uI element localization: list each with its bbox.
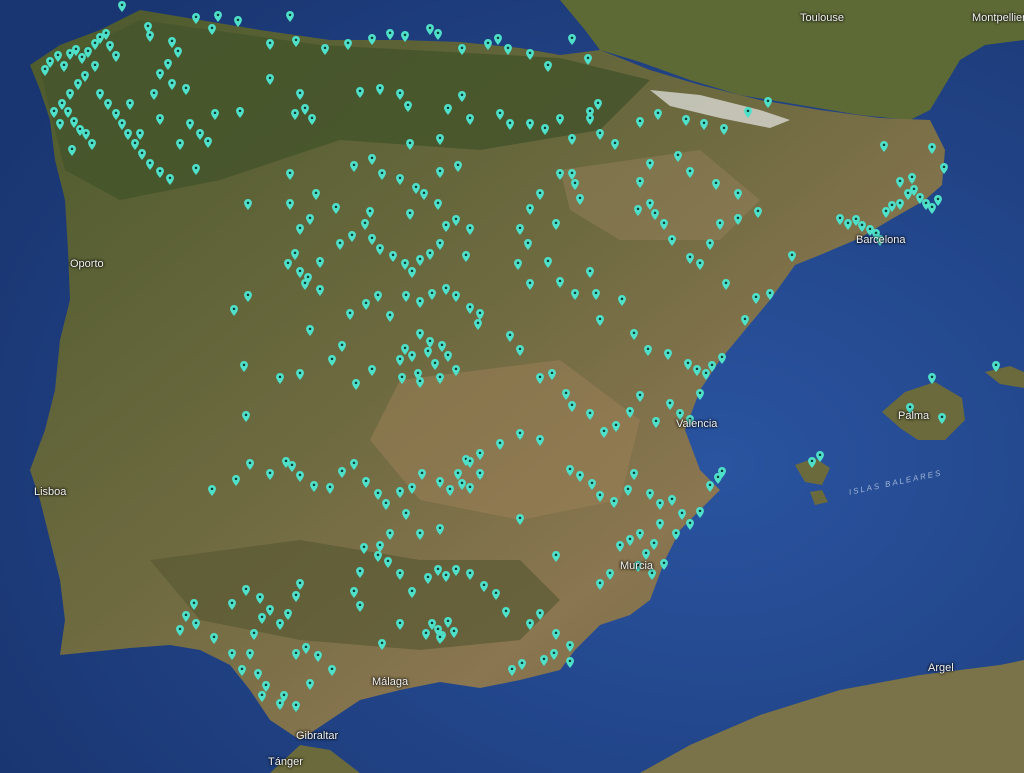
satellite-map[interactable]: Toulouse Montpellier Oporto Lisboa Barce…: [0, 0, 1024, 773]
city-label-toulouse: Toulouse: [800, 12, 845, 24]
city-label-valencia: Valencia: [676, 418, 718, 430]
city-label-argel: Argel: [928, 662, 954, 674]
city-label-tanger: Tánger: [268, 756, 303, 768]
city-label-murcia: Murcia: [620, 560, 654, 572]
city-label-montpellier: Montpellier: [972, 12, 1024, 24]
city-label-malaga: Málaga: [372, 676, 409, 688]
city-label-barcelona: Barcelona: [856, 234, 906, 246]
city-label-gibraltar: Gibraltar: [296, 730, 339, 742]
city-label-palma: Palma: [898, 410, 930, 422]
map-canvas[interactable]: [0, 0, 1024, 773]
city-label-lisboa: Lisboa: [34, 486, 67, 498]
city-label-oporto: Oporto: [70, 258, 104, 270]
